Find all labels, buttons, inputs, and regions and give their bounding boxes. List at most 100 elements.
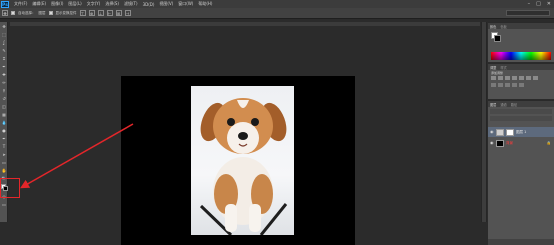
layer-thumbnail bbox=[496, 128, 504, 136]
align-right-icon[interactable]: ⊣ bbox=[124, 10, 131, 16]
color-panel: 颜色 色板 bbox=[488, 22, 554, 62]
tab-swatches[interactable]: 色板 bbox=[500, 24, 506, 29]
blur-tool-icon[interactable]: 💧 bbox=[1, 120, 7, 125]
menu-edit[interactable]: 编辑(E) bbox=[32, 1, 46, 7]
lock-icon: 🔒 bbox=[546, 141, 551, 145]
puppy-leg bbox=[225, 204, 237, 232]
hue-icon[interactable] bbox=[526, 76, 531, 80]
color-panel-tabs: 颜色 色板 bbox=[488, 23, 554, 29]
document-tab-strip[interactable] bbox=[10, 22, 480, 26]
shape-tool-icon[interactable]: ▭ bbox=[1, 160, 7, 165]
color-balance-icon[interactable] bbox=[533, 76, 538, 80]
workspace-switcher[interactable] bbox=[506, 10, 550, 16]
healing-tool-icon[interactable]: ✚ bbox=[1, 72, 7, 77]
tab-paths[interactable]: 路径 bbox=[511, 102, 517, 107]
puppy-eye bbox=[251, 118, 259, 126]
adjustments-panel-tabs: 调整 样式 bbox=[488, 64, 554, 70]
menu-3d[interactable]: 3D(D) bbox=[143, 2, 155, 7]
bw-icon[interactable] bbox=[491, 83, 496, 87]
blend-mode-row[interactable] bbox=[490, 116, 552, 121]
show-transform-label: 显示变换控件 bbox=[55, 10, 77, 15]
tab-styles[interactable]: 样式 bbox=[500, 65, 506, 70]
menu-window[interactable]: 窗口(W) bbox=[178, 1, 193, 7]
type-tool-icon[interactable]: T bbox=[1, 144, 7, 149]
menu-view[interactable]: 视图(V) bbox=[159, 1, 173, 7]
curves-icon[interactable] bbox=[505, 76, 510, 80]
menu-help[interactable]: 帮助(H) bbox=[198, 1, 212, 7]
invert-icon[interactable] bbox=[512, 83, 517, 87]
adjustment-icons-row-2 bbox=[491, 83, 524, 87]
eye-icon[interactable]: ◉ bbox=[490, 130, 494, 134]
quick-select-tool-icon[interactable]: ✎ bbox=[1, 48, 7, 53]
menu-filter[interactable]: 滤镜(T) bbox=[124, 1, 138, 7]
screen-mode-icon[interactable]: ▭ bbox=[1, 202, 7, 207]
puppy-leg bbox=[249, 204, 261, 232]
brightness-icon[interactable] bbox=[491, 76, 496, 80]
highlight-box bbox=[0, 178, 20, 198]
layer-thumbnail bbox=[496, 139, 504, 147]
arrow-to-swatches bbox=[20, 123, 134, 189]
tab-color[interactable]: 颜色 bbox=[490, 24, 496, 29]
crop-tool-icon[interactable]: ⌗ bbox=[1, 56, 7, 61]
path-select-tool-icon[interactable]: ➤ bbox=[1, 152, 7, 157]
history-brush-tool-icon[interactable]: ↺ bbox=[1, 96, 7, 101]
puppy-nose bbox=[238, 132, 248, 140]
layer-filter-row[interactable] bbox=[490, 109, 552, 114]
layers-footer-bar bbox=[488, 239, 554, 245]
color-spectrum[interactable] bbox=[491, 52, 551, 60]
maximize-icon[interactable]: □ bbox=[536, 1, 541, 7]
channel-mixer-icon[interactable] bbox=[505, 83, 510, 87]
options-bar: ✥ 自动选择： 图层 显示变换控件 ⊤ ⊕ ⊥ ⊢ ⊞ ⊣ bbox=[0, 8, 554, 19]
eyedropper-tool-icon[interactable]: ✒ bbox=[1, 64, 7, 69]
layer-name[interactable]: 图层 1 bbox=[516, 130, 526, 135]
photoshop-logo: Ps bbox=[1, 0, 9, 8]
layers-panel: 图层 通道 路径 ◉ 图层 1 ◉ 背景 🔒 bbox=[488, 100, 554, 245]
photo-filter-icon[interactable] bbox=[498, 83, 503, 87]
adjustments-panel: 调整 样式 添加调整 bbox=[488, 63, 554, 99]
layer-mask-thumbnail[interactable] bbox=[506, 128, 514, 136]
auto-select-checkbox[interactable] bbox=[11, 11, 15, 15]
move-tool-icon[interactable]: ✥ bbox=[1, 24, 7, 29]
panel-background-swatch[interactable] bbox=[494, 35, 501, 42]
menu-file[interactable]: 文件(F) bbox=[14, 1, 27, 7]
dodge-tool-icon[interactable]: ● bbox=[1, 128, 7, 133]
align-center-icon[interactable]: ⊞ bbox=[115, 10, 122, 16]
close-icon[interactable]: ✕ bbox=[547, 1, 551, 7]
auto-select-dropdown[interactable]: 图层 bbox=[39, 11, 46, 16]
brush-tool-icon[interactable]: ✏ bbox=[1, 80, 7, 85]
add-adjustment-label: 添加调整 bbox=[491, 71, 504, 75]
gradient-tool-icon[interactable]: ▦ bbox=[1, 112, 7, 117]
lasso-tool-icon[interactable]: ʆ bbox=[1, 40, 7, 45]
tab-adjustments[interactable]: 调整 bbox=[490, 65, 496, 70]
align-bottom-icon[interactable]: ⊥ bbox=[97, 10, 104, 16]
tab-channels[interactable]: 通道 bbox=[500, 102, 506, 107]
panel-dock-strip[interactable] bbox=[481, 22, 487, 222]
layer-name[interactable]: 背景 bbox=[506, 141, 513, 146]
show-transform-checkbox[interactable] bbox=[48, 11, 53, 15]
tab-layers[interactable]: 图层 bbox=[490, 102, 496, 107]
eraser-tool-icon[interactable]: ◫ bbox=[1, 104, 7, 109]
vibrance-icon[interactable] bbox=[519, 76, 524, 80]
minimize-icon[interactable]: – bbox=[528, 1, 531, 7]
layer-row[interactable]: ◉ 图层 1 bbox=[488, 127, 554, 137]
pen-tool-icon[interactable]: ✒ bbox=[1, 136, 7, 141]
align-left-icon[interactable]: ⊢ bbox=[106, 10, 113, 16]
menu-image[interactable]: 图像(I) bbox=[51, 1, 63, 7]
move-tool-preset-icon[interactable]: ✥ bbox=[2, 10, 8, 16]
align-middle-icon[interactable]: ⊕ bbox=[88, 10, 95, 16]
hand-tool-icon[interactable]: ✋ bbox=[1, 168, 7, 173]
menu-type[interactable]: 文字(Y) bbox=[87, 1, 101, 7]
align-top-icon[interactable]: ⊤ bbox=[79, 10, 86, 16]
layers-panel-tabs: 图层 通道 路径 bbox=[488, 101, 554, 107]
menu-bar: Ps 文件(F) 编辑(E) 图像(I) 图层(L) 文字(Y) 选择(S) 滤… bbox=[0, 0, 554, 8]
menu-select[interactable]: 选择(S) bbox=[105, 1, 119, 7]
stamp-tool-icon[interactable]: ⚲ bbox=[1, 88, 7, 93]
eye-icon[interactable]: ◉ bbox=[490, 141, 494, 145]
marquee-tool-icon[interactable]: ⬚ bbox=[1, 32, 7, 37]
layer-row[interactable]: ◉ 背景 🔒 bbox=[488, 138, 554, 148]
posterize-icon[interactable] bbox=[519, 83, 524, 87]
puppy-eye bbox=[227, 118, 235, 126]
menu-layer[interactable]: 图层(L) bbox=[68, 1, 81, 7]
levels-icon[interactable] bbox=[498, 76, 503, 80]
exposure-icon[interactable] bbox=[512, 76, 517, 80]
